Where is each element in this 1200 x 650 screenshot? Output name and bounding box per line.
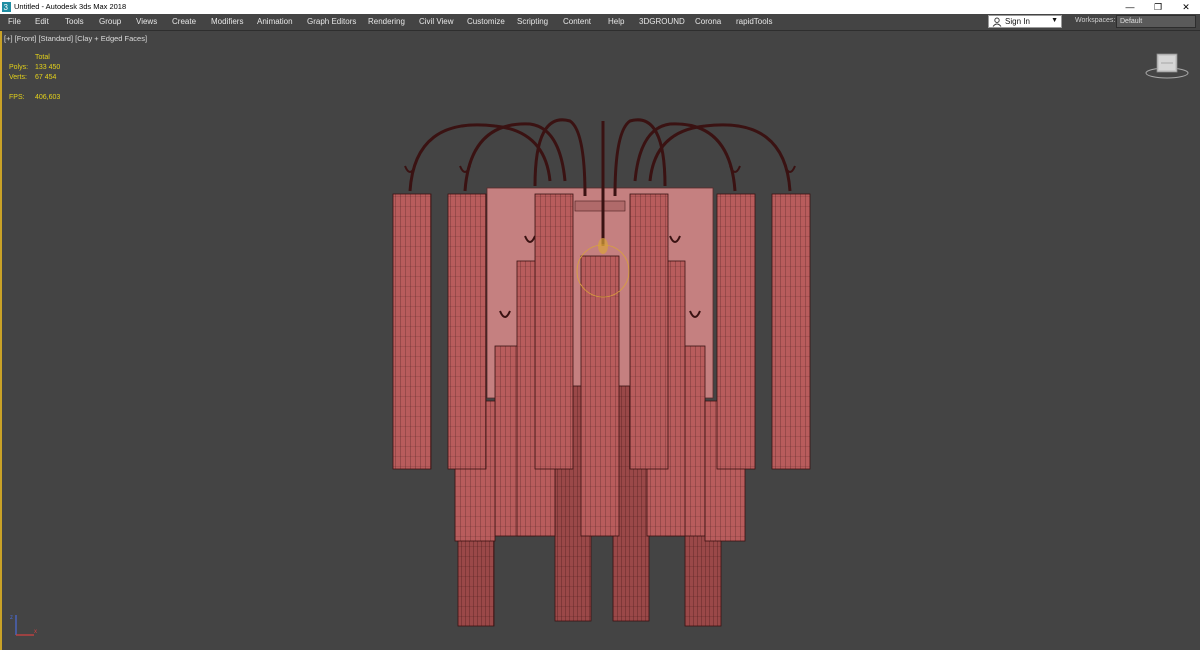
menu-corona[interactable]: Corona (695, 14, 721, 30)
menu-tools[interactable]: Tools (65, 14, 84, 30)
restore-button[interactable]: ❐ (1144, 0, 1172, 14)
viewport-point-of-view-menu[interactable]: [Front] (15, 34, 37, 43)
minimize-button[interactable]: — (1116, 0, 1144, 14)
menu-create[interactable]: Create (172, 14, 196, 30)
polys-value: 133 450 (35, 64, 61, 71)
menu-3dground[interactable]: 3DGROUND (639, 14, 685, 30)
menu-graph-editors[interactable]: Graph Editors (307, 14, 356, 30)
menu-edit[interactable]: Edit (35, 14, 49, 30)
viewport-visual-style-menu[interactable]: [Clay + Edged Faces] (75, 34, 147, 43)
menu-group[interactable]: Group (99, 14, 121, 30)
sign-in-label: Sign In (1005, 17, 1030, 26)
chevron-down-icon: ▼ (1051, 17, 1058, 24)
workspaces-select[interactable]: Default (1116, 15, 1196, 28)
menu-bar: File Edit Tools Group Views Create Modif… (0, 14, 1200, 31)
svg-text:z: z (10, 615, 13, 621)
verts-label: Verts: (9, 74, 27, 81)
workspaces-label: Workspaces: (1075, 17, 1116, 24)
menu-animation[interactable]: Animation (257, 14, 293, 30)
viewport-statistics: Total Polys: 133 450 Verts: 67 454 FPS: 406… (9, 53, 89, 103)
sign-in-dropdown[interactable]: Sign In ▼ (988, 15, 1062, 28)
fps-value: 406,603 (35, 94, 61, 101)
viewport-label-menu: [+] [Front] [Standard] [Clay + Edged Fac… (4, 34, 147, 43)
menu-rapidtools[interactable]: rapidTools (736, 14, 772, 30)
front-viewport[interactable]: [+] [Front] [Standard] [Clay + Edged Fac… (0, 31, 1200, 650)
app-icon: 3 (2, 2, 11, 12)
menu-rendering[interactable]: Rendering (368, 14, 405, 30)
menu-civil-view[interactable]: Civil View (419, 14, 454, 30)
menu-modifiers[interactable]: Modifiers (211, 14, 243, 30)
polys-label: Polys: (9, 64, 29, 71)
chandelier-model[interactable] (385, 86, 815, 631)
active-viewport-border (0, 31, 2, 650)
verts-value: 67 454 (35, 74, 57, 81)
viewcube-icon[interactable] (1145, 51, 1189, 81)
user-icon (992, 17, 1002, 27)
menu-content[interactable]: Content (563, 14, 591, 30)
fps-label: FPS: (9, 94, 25, 101)
viewport-plus-menu[interactable]: [+] (4, 34, 13, 43)
axis-tripod-icon: z x (10, 615, 37, 636)
menu-customize[interactable]: Customize (467, 14, 505, 30)
stats-header: Total (35, 54, 50, 61)
window-title: Untitled - Autodesk 3ds Max 2018 (14, 2, 127, 11)
svg-text:x: x (34, 629, 37, 635)
menu-scripting[interactable]: Scripting (517, 14, 548, 30)
menu-help[interactable]: Help (608, 14, 624, 30)
svg-text:3: 3 (4, 3, 9, 12)
menu-views[interactable]: Views (136, 14, 157, 30)
menu-file[interactable]: File (8, 14, 21, 30)
title-bar: 3 Untitled - Autodesk 3ds Max 2018 — ❐ ✕ (0, 0, 1200, 14)
viewport-shading-standard-menu[interactable]: [Standard] (38, 34, 73, 43)
close-button[interactable]: ✕ (1172, 0, 1200, 14)
